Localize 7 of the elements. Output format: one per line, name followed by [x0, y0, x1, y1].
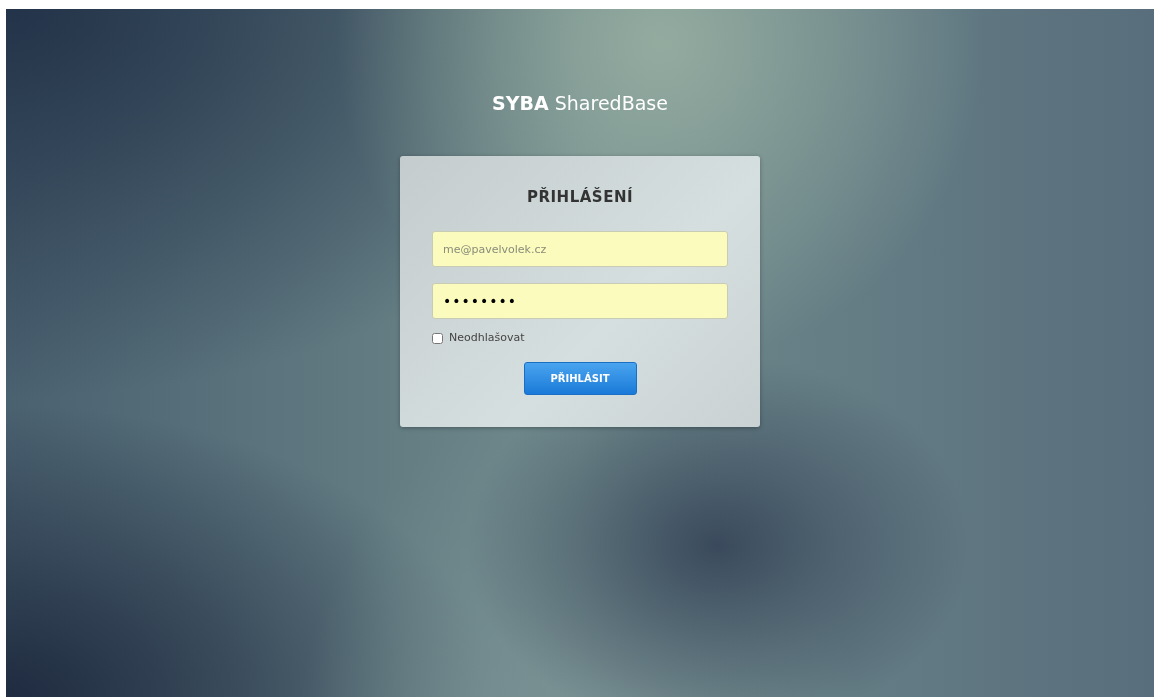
- remember-checkbox[interactable]: [432, 332, 443, 344]
- login-title: PŘIHLÁŠENÍ: [527, 187, 633, 207]
- brand-logo: SYBA SharedBase: [492, 91, 668, 115]
- password-field[interactable]: ••••••••: [432, 283, 728, 319]
- remember-label: Neodhlašovat: [449, 331, 525, 345]
- login-button[interactable]: PŘIHLÁSIT: [523, 362, 637, 395]
- email-field[interactable]: me@pavelvolek.cz: [432, 231, 728, 267]
